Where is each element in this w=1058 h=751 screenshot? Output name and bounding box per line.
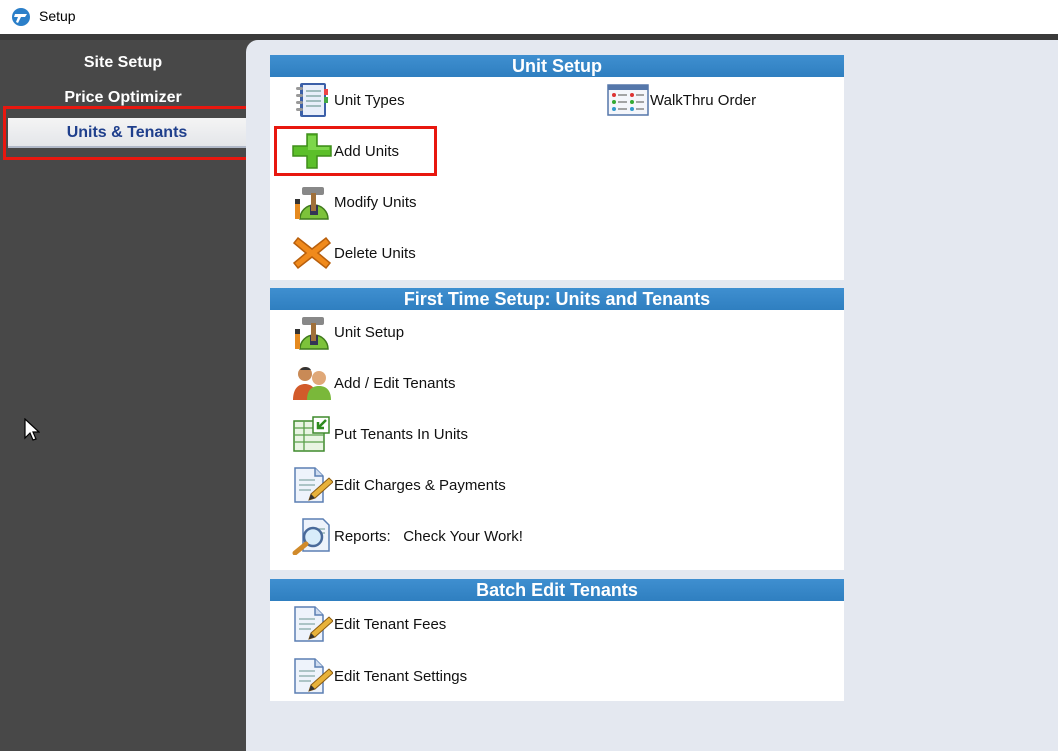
unit-setup-label: Unit Setup <box>334 323 405 341</box>
delete-units-label: Delete Units <box>334 244 416 262</box>
put-tenants-in-units-label: Put Tenants In Units <box>334 425 468 443</box>
sidebar-item-site-setup[interactable]: Site Setup <box>0 48 246 78</box>
add-units-label: Add Units <box>334 142 400 160</box>
document-pencil-icon <box>290 656 334 696</box>
unit-setup-header: Unit Setup <box>270 55 844 77</box>
edit-tenant-settings-button[interactable]: Edit Tenant Settings <box>290 656 467 696</box>
green-plus-icon <box>290 131 334 171</box>
workspace-corner <box>246 40 260 54</box>
notebook-icon <box>290 80 334 120</box>
unit-types-label: Unit Types <box>334 91 405 109</box>
edit-tenant-settings-label: Edit Tenant Settings <box>334 667 468 685</box>
delete-units-button[interactable]: Delete Units <box>290 233 416 273</box>
add-edit-tenants-button[interactable]: Add / Edit Tenants <box>290 363 455 403</box>
modify-units-button[interactable]: Modify Units <box>290 182 417 222</box>
orange-x-icon <box>290 233 334 273</box>
document-pencil-icon <box>290 465 334 505</box>
modify-units-label: Modify Units <box>334 193 417 211</box>
first-time-setup-header: First Time Setup: Units and Tenants <box>270 288 844 310</box>
unit-setup-button[interactable]: Unit Setup <box>290 312 404 352</box>
magnifier-document-icon <box>290 516 334 556</box>
walkthru-order-label: WalkThru Order <box>650 91 757 109</box>
walkthru-order-button[interactable]: WalkThru Order <box>606 80 756 120</box>
batch-edit-header: Batch Edit Tenants <box>270 579 844 601</box>
spreadsheet-arrow-icon <box>290 414 334 454</box>
sidebar: Site Setup Price Optimizer Units & Tenan… <box>0 40 246 751</box>
document-pencil-icon <box>290 604 334 644</box>
edit-charges-payments-label: Edit Charges & Payments <box>334 476 506 494</box>
title-bar: Setup <box>0 0 1058 34</box>
edit-tenant-fees-label: Edit Tenant Fees <box>334 615 447 633</box>
app-logo-icon <box>11 7 31 27</box>
add-edit-tenants-label: Add / Edit Tenants <box>334 374 456 392</box>
unit-types-button[interactable]: Unit Types <box>290 80 405 120</box>
construction-hammer-icon <box>290 312 334 352</box>
reports-button[interactable]: Reports: Check Your Work! <box>290 516 523 556</box>
edit-tenant-fees-button[interactable]: Edit Tenant Fees <box>290 604 446 644</box>
sidebar-item-units-tenants[interactable]: Units & Tenants <box>8 118 246 148</box>
edit-charges-payments-button[interactable]: Edit Charges & Payments <box>290 465 506 505</box>
put-tenants-in-units-button[interactable]: Put Tenants In Units <box>290 414 468 454</box>
mouse-cursor-icon <box>24 418 40 442</box>
people-icon <box>290 363 334 403</box>
sidebar-item-price-optimizer[interactable]: Price Optimizer <box>0 83 246 113</box>
grid-list-icon <box>606 80 650 120</box>
add-units-button[interactable]: Add Units <box>290 131 399 171</box>
construction-hammer-icon <box>290 182 334 222</box>
window-title: Setup <box>39 8 76 24</box>
reports-label: Reports: Check Your Work! <box>334 527 523 545</box>
